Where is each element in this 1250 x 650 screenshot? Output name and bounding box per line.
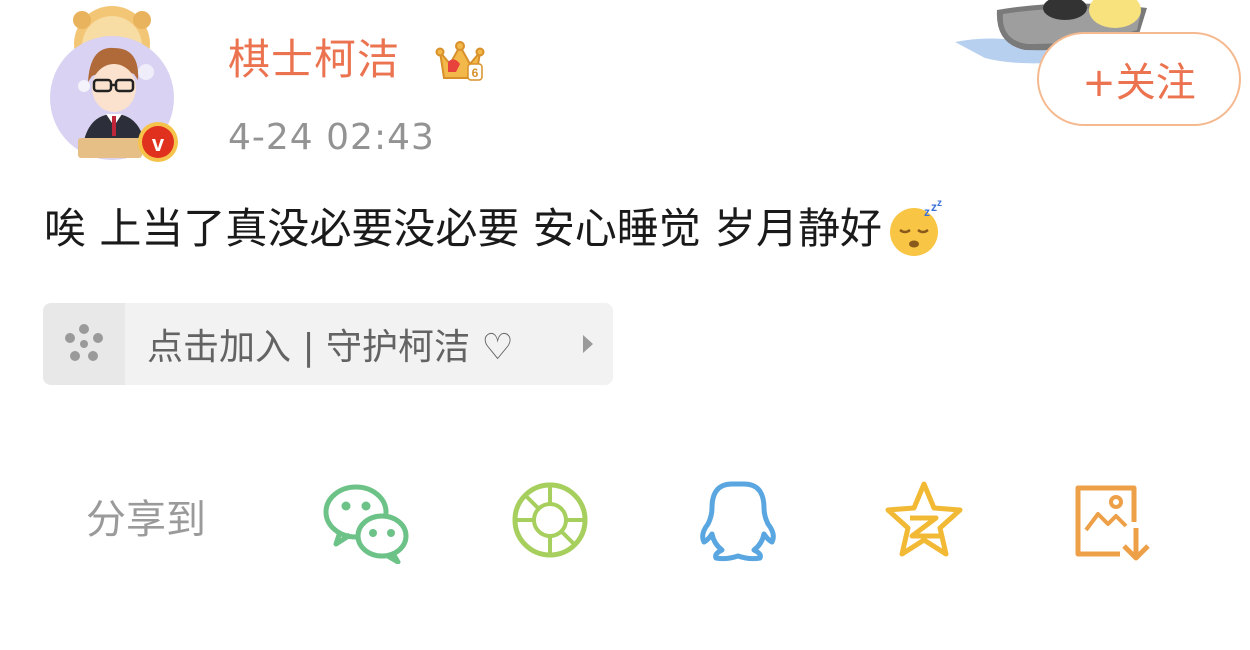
post-content: 唉 上当了真没必要没必要 安心睡觉 岁月静好 z z z <box>44 200 944 258</box>
svg-text:z: z <box>937 200 942 209</box>
post-text: 唉 上当了真没必要没必要 安心睡觉 岁月静好 <box>44 204 883 253</box>
qzone-icon[interactable] <box>878 478 970 564</box>
fan-group-icon-box <box>43 303 125 385</box>
fan-group-banner[interactable]: 点击加入 | 守护柯洁 ♡ <box>43 303 613 385</box>
moments-icon[interactable] <box>506 478 598 564</box>
wechat-icon[interactable] <box>320 478 412 565</box>
sleeping-face-icon: z z z <box>890 200 942 256</box>
post-timestamp: 4-24 02:43 <box>228 117 435 158</box>
svg-text:v: v <box>152 131 165 156</box>
avatar[interactable]: v <box>42 2 184 166</box>
username[interactable]: 棋士柯洁 <box>228 34 400 86</box>
svg-text:z: z <box>924 205 930 219</box>
vip-crown-icon[interactable]: 6 <box>434 38 486 86</box>
qq-icon[interactable] <box>692 478 784 564</box>
fan-group-label: 点击加入 | 守护柯洁 ♡ <box>147 327 514 368</box>
triangle-right-icon <box>583 335 593 353</box>
follow-button[interactable]: +关注 <box>1037 32 1241 126</box>
svg-text:6: 6 <box>472 66 479 80</box>
share-label: 分享到 <box>86 497 206 543</box>
fan-group-icon <box>65 324 103 361</box>
save-image-icon[interactable] <box>1066 478 1158 564</box>
